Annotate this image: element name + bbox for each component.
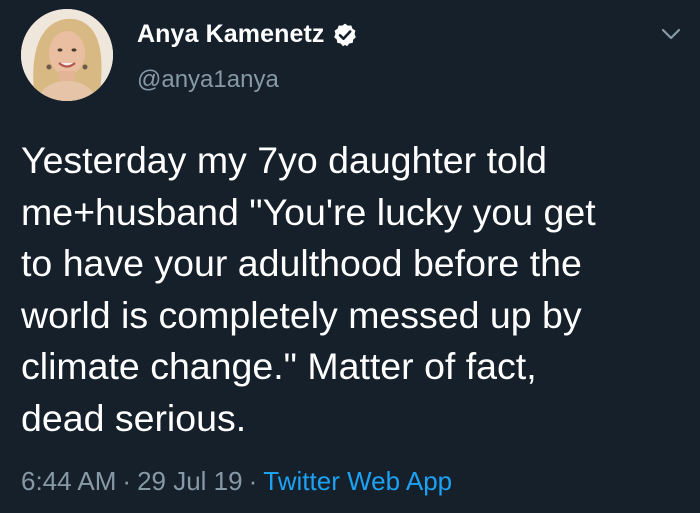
- chevron-down-icon[interactable]: [660, 26, 682, 42]
- tweet-text-line: climate change." Matter of fact,: [21, 345, 537, 387]
- tweet-text: Yesterday my 7yo daughter told me+husban…: [21, 135, 681, 444]
- tweet-text-line: Yesterday my 7yo daughter told: [21, 139, 548, 181]
- verified-badge-icon: [332, 22, 358, 48]
- profile-photo-icon: [21, 9, 113, 101]
- meta-separator: ·: [248, 466, 258, 496]
- avatar[interactable]: [21, 9, 113, 101]
- tweet-text-line: to have your adulthood before the: [21, 242, 582, 284]
- meta-separator: ·: [122, 466, 132, 496]
- author-display-name[interactable]: Anya Kamenetz: [137, 20, 324, 49]
- tweet-text-line: me+husband "You're lucky you get: [21, 190, 596, 233]
- tweet-text-line: world is completely messed up by: [21, 293, 582, 336]
- tweet-source-link[interactable]: Twitter Web App: [263, 466, 452, 496]
- author-name-row: Anya Kamenetz: [137, 20, 358, 49]
- tweet-meta: 6:44 AM · 29 Jul 19 · Twitter Web App: [21, 466, 452, 497]
- tweet-text-line: dead serious.: [21, 396, 247, 439]
- tweet-card: Anya Kamenetz @anya1anya Yesterday my 7y…: [0, 0, 700, 513]
- tweet-time[interactable]: 6:44 AM: [21, 466, 116, 496]
- tweet-date[interactable]: 29 Jul 19: [137, 466, 243, 496]
- author-handle[interactable]: @anya1anya: [137, 66, 279, 94]
